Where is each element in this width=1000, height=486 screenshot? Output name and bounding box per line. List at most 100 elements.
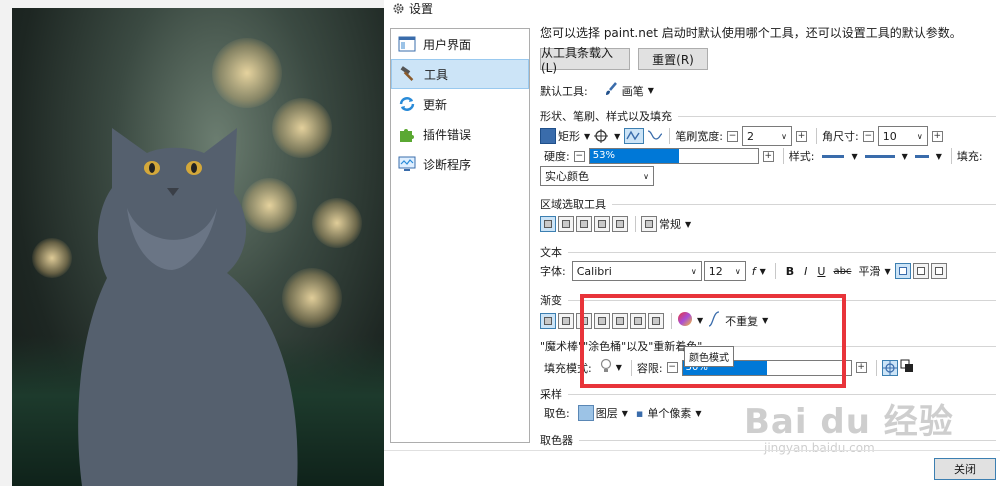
close-button[interactable]: 关闭 (934, 458, 996, 480)
sidebar-item-diagnostics[interactable]: 诊断程序 (391, 149, 529, 179)
section-title: 渐变 (540, 294, 562, 307)
rectangle-shape-icon[interactable] (540, 128, 556, 144)
load-from-toolbar-button[interactable]: 从工具条载入(L) (540, 46, 630, 75)
fill-type-select[interactable]: 实心颜色 ∨ (540, 166, 654, 186)
align-left-icon[interactable] (894, 263, 911, 279)
chevron-down-icon[interactable]: ▼ (685, 220, 691, 229)
shape-type[interactable]: 矩形 (558, 128, 580, 144)
line-style-icon[interactable] (864, 154, 895, 158)
icon-glyph (562, 220, 570, 228)
chevron-down-icon[interactable]: ▼ (614, 132, 620, 141)
underline-button[interactable]: U (817, 265, 825, 278)
sidebar-item-tools[interactable]: 工具 (391, 59, 529, 89)
antialias-on-icon[interactable] (624, 128, 645, 144)
font-family-combo[interactable]: Calibri ∨ (571, 261, 702, 281)
dash-style-icon[interactable] (822, 154, 845, 158)
chevron-down-icon[interactable]: ▼ (902, 152, 908, 161)
align-right-icon[interactable] (930, 263, 947, 279)
fill-type-value: 实心颜色 (545, 170, 589, 183)
icon-glyph (898, 267, 907, 275)
selection-replace-icon[interactable] (540, 216, 556, 232)
shape-draw-type-icon[interactable] (594, 127, 610, 146)
gradient-linear-icon[interactable] (540, 312, 556, 329)
align-center-icon[interactable] (912, 263, 929, 279)
chevron-down-icon[interactable]: ▼ (584, 132, 590, 141)
chevron-down-icon: ∨ (690, 266, 697, 276)
decrease-icon[interactable]: − (573, 150, 585, 162)
sidebar-item-label: 插件错误 (423, 127, 472, 142)
chevron-down-icon[interactable]: ▼ (884, 267, 890, 276)
sidebar-item-label: 用户界面 (423, 37, 472, 52)
layer-icon[interactable] (577, 405, 594, 421)
increase-icon[interactable]: + (855, 362, 867, 373)
selection-mode-value[interactable]: 常规 (659, 216, 681, 232)
chevron-down-icon[interactable]: ▼ (936, 152, 942, 161)
bold-button[interactable]: B (786, 265, 794, 278)
watermark-url: jingyan.baidu.com (764, 441, 875, 455)
crosshair-icon[interactable] (881, 359, 898, 376)
toolbar-separator (774, 263, 776, 279)
sample-layer-value[interactable]: 图层 (596, 405, 618, 421)
icon-glyph (598, 220, 606, 228)
selection-union-icon[interactable] (558, 216, 574, 232)
sidebar-item-user-interface[interactable]: 用户界面 (391, 29, 529, 59)
decrease-icon[interactable]: − (727, 130, 739, 142)
toolbar-separator (635, 216, 636, 232)
hardness-label: 硬度: (544, 150, 570, 163)
chevron-down-icon: ∨ (734, 266, 741, 276)
selection-exclude-icon[interactable] (576, 216, 592, 232)
brush-width-combo[interactable]: 2 ∨ (742, 126, 793, 146)
reset-button[interactable]: 重置(R) (638, 48, 708, 70)
sample-pixel-value[interactable]: 单个像素 (647, 405, 691, 421)
color-mode-tooltip: 颜色模式 (684, 346, 734, 367)
increase-icon[interactable]: + (931, 130, 943, 142)
sidebar-item-plugin-errors[interactable]: 插件错误 (391, 119, 529, 149)
strikethrough-button[interactable]: abc (833, 266, 851, 277)
puzzle-icon (397, 125, 417, 143)
settings-sidebar: 用户界面 工具 更新 插件错误 诊断程序 (390, 28, 530, 443)
hardness-row: 硬度: − 53% + 样式: ▼ ▼ ▼ 填充: (540, 148, 983, 164)
increase-icon[interactable]: + (762, 150, 774, 162)
sidebar-item-label: 更新 (423, 97, 448, 112)
style-label: 样式: (788, 150, 815, 163)
sample-label: 取色: (544, 407, 570, 420)
selection-xor-icon[interactable] (612, 216, 628, 232)
icon-glyph (616, 220, 624, 228)
fill-label: 填充: (956, 150, 983, 163)
hammer-icon (398, 65, 418, 83)
refresh-icon (397, 95, 417, 113)
smoothing-value[interactable]: 平滑 (858, 263, 880, 279)
decrease-icon[interactable]: − (862, 130, 874, 142)
chevron-down-icon[interactable]: ▼ (851, 152, 857, 161)
italic-button[interactable]: I (804, 265, 807, 278)
section-title: 文本 (540, 246, 562, 259)
default-tool-value[interactable]: 画笔 (622, 83, 644, 99)
sidebar-item-label: 诊断程序 (423, 157, 472, 172)
font-icon[interactable]: f (752, 265, 756, 278)
selection-intersect-icon[interactable] (594, 216, 610, 232)
end-cap-icon[interactable] (914, 154, 929, 158)
selection-mode-icon[interactable] (641, 216, 657, 232)
corner-size-combo[interactable]: 10 ∨ (877, 126, 928, 146)
antialias-off-icon[interactable] (646, 128, 664, 145)
toolbar-separator (875, 359, 877, 376)
brush-width-label: 笔刷宽度: (675, 130, 724, 143)
sidebar-item-updates[interactable]: 更新 (391, 89, 529, 119)
text-toolbar: 字体: Calibri ∨ 12 ∨ f ▼ B I U abc 平滑 ▼ (540, 261, 949, 281)
chevron-down-icon[interactable]: ▼ (695, 409, 701, 418)
increase-icon[interactable]: + (796, 130, 808, 142)
icon-glyph (544, 316, 552, 325)
footer-divider (384, 450, 1000, 451)
font-size-value: 12 (708, 264, 723, 278)
selection-section-header: 区域选取工具 (540, 196, 996, 212)
toolbar-separator (669, 128, 671, 144)
chevron-down-icon[interactable]: ▼ (622, 409, 628, 418)
font-size-combo[interactable]: 12 ∨ (703, 261, 746, 281)
hardness-slider[interactable]: 53% (588, 148, 759, 164)
chevron-down-icon[interactable]: ▼ (648, 86, 654, 95)
window-title: 设置 (409, 1, 434, 16)
layer-sample-icon[interactable] (900, 359, 914, 376)
gradient-reflected-icon[interactable] (558, 312, 574, 329)
chevron-down-icon[interactable]: ▼ (760, 267, 766, 276)
text-section-header: 文本 (540, 244, 996, 260)
